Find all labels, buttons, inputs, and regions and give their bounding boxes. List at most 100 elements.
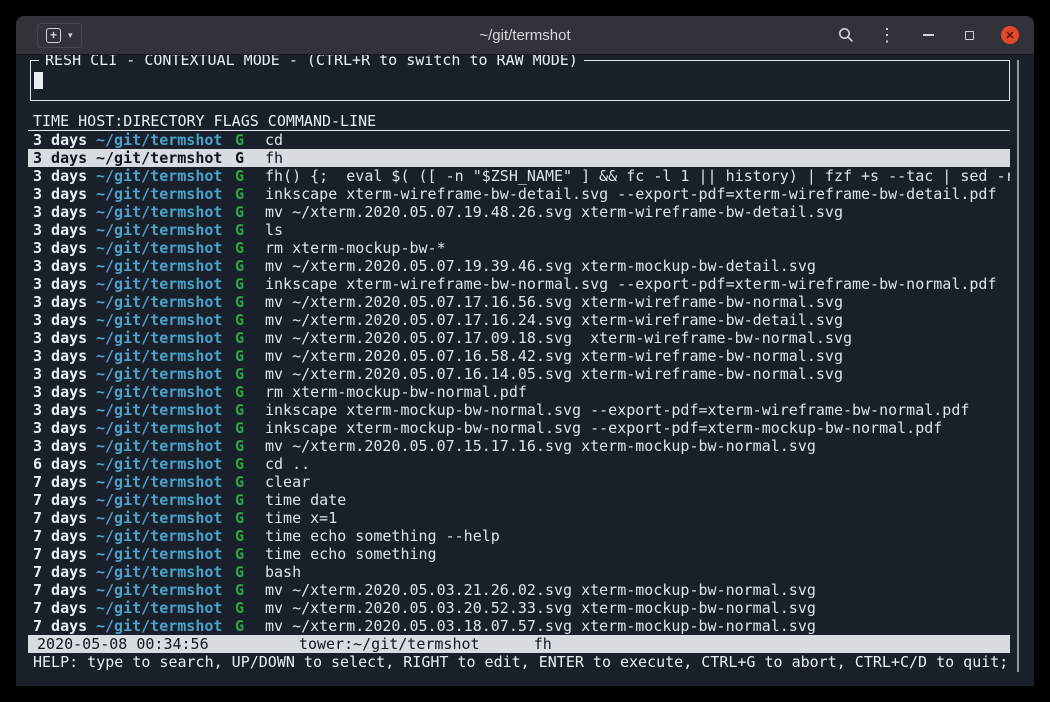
resh-search-box[interactable]: RESH CLI - CONTEXTUAL MODE - (CTRL+R to … [30, 60, 1010, 101]
row-time: 3 days [33, 131, 96, 149]
row-command: mv ~/xterm.2020.05.03.21.26.02.svg xterm… [265, 581, 1010, 599]
row-flags: G [235, 581, 265, 599]
row-flags: G [235, 455, 265, 473]
history-row[interactable]: 7 days~/git/termshotGtime date [28, 491, 1010, 509]
search-button[interactable] [837, 26, 855, 44]
history-row[interactable]: 7 days~/git/termshotGmv ~/xterm.2020.05.… [28, 617, 1010, 635]
history-row[interactable]: 3 days~/git/termshotGmv ~/xterm.2020.05.… [28, 203, 1010, 221]
history-row[interactable]: 3 days~/git/termshotGmv ~/xterm.2020.05.… [28, 437, 1010, 455]
row-command: time echo something [265, 545, 1010, 563]
history-row[interactable]: 7 days~/git/termshotGbash [28, 563, 1010, 581]
row-flags: G [235, 599, 265, 617]
scrollbar[interactable] [1017, 60, 1019, 672]
history-panel: TIME HOST:DIRECTORY FLAGS COMMAND-LINE 3… [28, 112, 1010, 671]
history-row[interactable]: 3 days~/git/termshotGinkscape xterm-mock… [28, 401, 1010, 419]
row-command: fh [265, 149, 1010, 167]
row-time: 7 days [33, 563, 96, 581]
row-time: 3 days [33, 419, 96, 437]
row-host-directory: ~/git/termshot [96, 347, 235, 365]
row-flags: G [235, 509, 265, 527]
history-list: 3 days~/git/termshotGcd3 days~/git/terms… [28, 131, 1010, 635]
history-row[interactable]: 7 days~/git/termshotGtime echo something… [28, 527, 1010, 545]
menu-button[interactable]: ⋮ [878, 26, 896, 44]
history-row[interactable]: 3 days~/git/termshotGfh [28, 149, 1010, 167]
history-row[interactable]: 7 days~/git/termshotGtime echo something [28, 545, 1010, 563]
history-row[interactable]: 3 days~/git/termshotGmv ~/xterm.2020.05.… [28, 311, 1010, 329]
row-flags: G [235, 185, 265, 203]
row-host-directory: ~/git/termshot [96, 275, 235, 293]
desktop-background: + ▾ ~/git/termshot ⋮ ✕ [0, 0, 1050, 702]
row-time: 3 days [33, 185, 96, 203]
history-row[interactable]: 3 days~/git/termshotGls [28, 221, 1010, 239]
row-time: 7 days [33, 545, 96, 563]
new-tab-icon: + [46, 28, 61, 43]
row-host-directory: ~/git/termshot [96, 365, 235, 383]
row-flags: G [235, 347, 265, 365]
row-host-directory: ~/git/termshot [96, 239, 235, 257]
terminal-screen[interactable]: RESH CLI - CONTEXTUAL MODE - (CTRL+R to … [16, 55, 1034, 686]
row-flags: G [235, 131, 265, 149]
history-row[interactable]: 3 days~/git/termshotGmv ~/xterm.2020.05.… [28, 365, 1010, 383]
row-time: 3 days [33, 383, 96, 401]
row-host-directory: ~/git/termshot [96, 257, 235, 275]
history-row[interactable]: 3 days~/git/termshotGrm xterm-mockup-bw-… [28, 383, 1010, 401]
row-command: mv ~/xterm.2020.05.07.19.48.26.svg xterm… [265, 203, 1010, 221]
history-row[interactable]: 3 days~/git/termshotGmv ~/xterm.2020.05.… [28, 257, 1010, 275]
row-flags: G [235, 419, 265, 437]
history-row[interactable]: 3 days~/git/termshotGinkscape xterm-mock… [28, 419, 1010, 437]
row-command: rm xterm-mockup-bw-normal.pdf [265, 383, 1010, 401]
row-host-directory: ~/git/termshot [96, 419, 235, 437]
history-row[interactable]: 3 days~/git/termshotGmv ~/xterm.2020.05.… [28, 347, 1010, 365]
row-time: 3 days [33, 293, 96, 311]
row-host-directory: ~/git/termshot [96, 563, 235, 581]
restore-button[interactable] [960, 26, 978, 44]
row-time: 3 days [33, 275, 96, 293]
history-row[interactable]: 7 days~/git/termshotGmv ~/xterm.2020.05.… [28, 581, 1010, 599]
text-cursor [34, 72, 43, 89]
history-row[interactable]: 7 days~/git/termshotGclear [28, 473, 1010, 491]
history-row[interactable]: 7 days~/git/termshotGmv ~/xterm.2020.05.… [28, 599, 1010, 617]
row-command: mv ~/xterm.2020.05.03.20.52.33.svg xterm… [265, 599, 1010, 617]
history-row[interactable]: 3 days~/git/termshotGcd [28, 131, 1010, 149]
history-row[interactable]: 6 days~/git/termshotGcd .. [28, 455, 1010, 473]
row-command: mv ~/xterm.2020.05.03.18.07.57.svg xterm… [265, 617, 1010, 635]
row-host-directory: ~/git/termshot [96, 455, 235, 473]
close-button[interactable]: ✕ [1001, 26, 1019, 44]
row-flags: G [235, 491, 265, 509]
row-flags: G [235, 383, 265, 401]
row-command: time echo something --help [265, 527, 1010, 545]
history-row[interactable]: 3 days~/git/termshotGinkscape xterm-wire… [28, 275, 1010, 293]
row-host-directory: ~/git/termshot [96, 545, 235, 563]
row-command: clear [265, 473, 1010, 491]
row-flags: G [235, 329, 265, 347]
row-host-directory: ~/git/termshot [96, 203, 235, 221]
history-row[interactable]: 3 days~/git/termshotGmv ~/xterm.2020.05.… [28, 329, 1010, 347]
row-flags: G [235, 221, 265, 239]
row-command: mv ~/xterm.2020.05.07.16.58.42.svg xterm… [265, 347, 1010, 365]
row-host-directory: ~/git/termshot [96, 581, 235, 599]
row-host-directory: ~/git/termshot [96, 599, 235, 617]
row-host-directory: ~/git/termshot [96, 401, 235, 419]
new-tab-button[interactable]: + ▾ [37, 23, 82, 48]
history-row[interactable]: 7 days~/git/termshotGtime x=1 [28, 509, 1010, 527]
row-host-directory: ~/git/termshot [96, 167, 235, 185]
history-row[interactable]: 3 days~/git/termshotGrm xterm-mockup-bw-… [28, 239, 1010, 257]
row-time: 3 days [33, 149, 96, 167]
mode-label: RESH CLI - CONTEXTUAL MODE - (CTRL+R to … [39, 55, 584, 70]
row-time: 3 days [33, 329, 96, 347]
titlebar: + ▾ ~/git/termshot ⋮ ✕ [16, 16, 1034, 55]
row-time: 7 days [33, 473, 96, 491]
row-time: 7 days [33, 509, 96, 527]
row-time: 3 days [33, 401, 96, 419]
row-command: cd .. [265, 455, 1010, 473]
history-row[interactable]: 3 days~/git/termshotGmv ~/xterm.2020.05.… [28, 293, 1010, 311]
row-flags: G [235, 149, 265, 167]
history-row[interactable]: 3 days~/git/termshotGinkscape xterm-wire… [28, 185, 1010, 203]
minimize-button[interactable] [919, 26, 937, 44]
row-flags: G [235, 293, 265, 311]
row-host-directory: ~/git/termshot [96, 185, 235, 203]
help-bar: HELP: type to search, UP/DOWN to select,… [28, 653, 1010, 671]
row-host-directory: ~/git/termshot [96, 329, 235, 347]
history-row[interactable]: 3 days~/git/termshotGfh() {; eval $( ([ … [28, 167, 1010, 185]
row-host-directory: ~/git/termshot [96, 509, 235, 527]
